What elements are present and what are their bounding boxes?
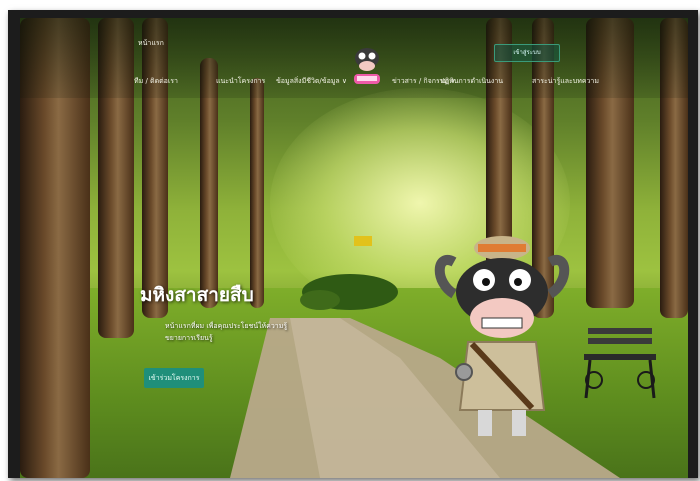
screenshot-frame: หน้าแรก เข้าสู่ระบบ ทีม / ติดต่อเรา แนะน… xyxy=(8,10,698,478)
hero-subtitle: หน้าแรกที่ผม เพื่อคุณประโยชน์ให้ความรู้ … xyxy=(165,322,288,342)
nav-home[interactable]: หน้าแรก xyxy=(138,38,164,49)
nav-item-team[interactable]: ทีม / ติดต่อเรา xyxy=(134,76,178,87)
top-navigation: หน้าแรก เข้าสู่ระบบ ทีม / ติดต่อเรา แนะน… xyxy=(20,18,688,98)
buffalo-mascot xyxy=(434,236,570,436)
hero-title: มหิงสาสายสืบ xyxy=(140,284,254,306)
hero-background: หน้าแรก เข้าสู่ระบบ ทีม / ติดต่อเรา แนะน… xyxy=(20,18,688,478)
site-logo[interactable] xyxy=(348,40,386,88)
tree-trunk xyxy=(250,78,264,308)
login-button[interactable]: เข้าสู่ระบบ xyxy=(494,44,560,62)
nav-item-articles[interactable]: สาระน่ารู้และบทความ xyxy=(532,76,599,87)
yellow-sign xyxy=(354,236,372,246)
nav-item-calendar[interactable]: ปฏิทินการดำเนินงาน xyxy=(440,76,503,87)
park-bench xyxy=(584,328,656,399)
nav-item-about[interactable]: แนะนำโครงการ xyxy=(216,76,265,87)
join-project-button[interactable]: เข้าร่วมโครงการ xyxy=(144,368,204,388)
nav-item-data[interactable]: ข้อมูลสิ่งมีชีวิต/ข้อมูล ∨ xyxy=(276,76,347,87)
